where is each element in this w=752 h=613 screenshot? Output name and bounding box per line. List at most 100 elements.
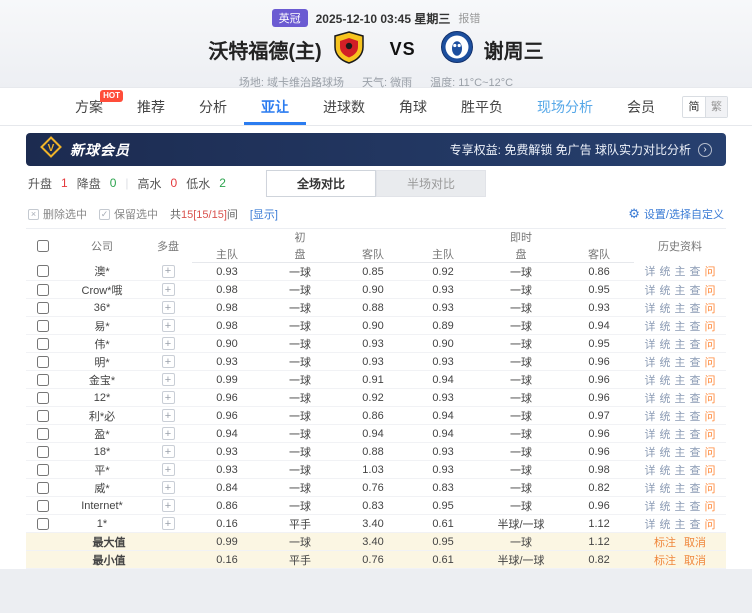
history-link[interactable]: 主: [675, 321, 686, 333]
history-link[interactable]: 查: [690, 501, 701, 513]
row-checkbox[interactable]: [37, 500, 49, 512]
history-link[interactable]: 统: [660, 429, 671, 441]
history-link[interactable]: 主: [675, 393, 686, 405]
company-name[interactable]: 36*: [60, 299, 144, 317]
history-link[interactable]: 问: [705, 501, 716, 513]
history-link[interactable]: 查: [690, 393, 701, 405]
row-checkbox[interactable]: [37, 265, 49, 277]
history-link[interactable]: 主: [675, 285, 686, 297]
history-link[interactable]: 主: [675, 483, 686, 495]
tab-goals[interactable]: 进球数: [306, 88, 382, 125]
history-link[interactable]: 详: [645, 393, 656, 405]
expand-odds-button[interactable]: +: [162, 427, 175, 440]
history-link[interactable]: 问: [705, 321, 716, 333]
history-link[interactable]: 详: [645, 465, 656, 477]
history-link[interactable]: 查: [690, 465, 701, 477]
history-link[interactable]: 查: [690, 321, 701, 333]
history-link[interactable]: 主: [675, 501, 686, 513]
history-link[interactable]: 问: [705, 447, 716, 459]
history-link[interactable]: 详: [645, 501, 656, 513]
lang-traditional-button[interactable]: 繁: [705, 97, 727, 117]
history-link[interactable]: 查: [690, 429, 701, 441]
history-link[interactable]: 主: [675, 411, 686, 423]
expand-odds-button[interactable]: +: [162, 337, 175, 350]
tab-recommend[interactable]: 推荐: [120, 88, 182, 125]
history-link[interactable]: 查: [690, 519, 701, 531]
company-name[interactable]: Crow*哦: [60, 281, 144, 299]
history-link[interactable]: 问: [705, 519, 716, 531]
row-checkbox[interactable]: [37, 356, 49, 368]
history-link[interactable]: 主: [675, 266, 686, 278]
history-link[interactable]: 查: [690, 447, 701, 459]
history-link[interactable]: 详: [645, 321, 656, 333]
history-link[interactable]: 主: [675, 429, 686, 441]
expand-odds-button[interactable]: +: [162, 355, 175, 368]
history-link[interactable]: 统: [660, 483, 671, 495]
expand-odds-button[interactable]: +: [162, 265, 175, 278]
history-link[interactable]: 查: [690, 483, 701, 495]
row-checkbox[interactable]: [37, 464, 49, 476]
settings-customize-button[interactable]: ⚙ 设置/选择自定义: [628, 206, 724, 222]
history-link[interactable]: 主: [675, 357, 686, 369]
expand-odds-button[interactable]: +: [162, 481, 175, 494]
expand-odds-button[interactable]: +: [162, 499, 175, 512]
expand-odds-button[interactable]: +: [162, 391, 175, 404]
history-link[interactable]: 统: [660, 411, 671, 423]
history-link[interactable]: 主: [675, 339, 686, 351]
history-link[interactable]: 主: [675, 375, 686, 387]
delete-selected-button[interactable]: × 删除选中: [28, 206, 87, 222]
league-badge[interactable]: 英冠: [272, 9, 308, 27]
summary-action-link[interactable]: 标注: [654, 555, 676, 567]
expand-odds-button[interactable]: +: [162, 517, 175, 530]
history-link[interactable]: 查: [690, 266, 701, 278]
history-link[interactable]: 统: [660, 447, 671, 459]
full-match-toggle[interactable]: 全场对比: [266, 170, 376, 197]
row-checkbox[interactable]: [37, 446, 49, 458]
history-link[interactable]: 查: [690, 339, 701, 351]
row-checkbox[interactable]: [37, 482, 49, 494]
summary-action-link[interactable]: 取消: [684, 537, 706, 549]
history-link[interactable]: 统: [660, 339, 671, 351]
summary-action-link[interactable]: 标注: [654, 537, 676, 549]
company-name[interactable]: 1*: [60, 515, 144, 533]
history-link[interactable]: 统: [660, 303, 671, 315]
history-link[interactable]: 查: [690, 375, 701, 387]
keep-selected-button[interactable]: ✓ 保留选中: [99, 206, 158, 222]
history-link[interactable]: 详: [645, 285, 656, 297]
vip-banner[interactable]: V 新球会员 专享权益: 免费解锁 免广告 球队实力对比分析 ›: [26, 133, 726, 166]
expand-odds-button[interactable]: +: [162, 409, 175, 422]
history-link[interactable]: 主: [675, 519, 686, 531]
history-link[interactable]: 统: [660, 375, 671, 387]
history-link[interactable]: 详: [645, 303, 656, 315]
history-link[interactable]: 详: [645, 266, 656, 278]
history-link[interactable]: 问: [705, 393, 716, 405]
history-link[interactable]: 统: [660, 321, 671, 333]
company-name[interactable]: 利*必: [60, 407, 144, 425]
select-all-checkbox[interactable]: [37, 240, 49, 252]
lang-simplified-button[interactable]: 简: [683, 97, 705, 117]
company-name[interactable]: 12*: [60, 389, 144, 407]
row-checkbox[interactable]: [37, 428, 49, 440]
history-link[interactable]: 查: [690, 411, 701, 423]
expand-odds-button[interactable]: +: [162, 373, 175, 386]
history-link[interactable]: 详: [645, 483, 656, 495]
company-name[interactable]: 澳*: [60, 263, 144, 281]
tab-analysis[interactable]: 分析: [182, 88, 244, 125]
history-link[interactable]: 问: [705, 357, 716, 369]
history-link[interactable]: 统: [660, 357, 671, 369]
history-link[interactable]: 问: [705, 339, 716, 351]
vip-benefits[interactable]: 专享权益: 免费解锁 免广告 球队实力对比分析 ›: [450, 141, 712, 158]
history-link[interactable]: 统: [660, 501, 671, 513]
history-link[interactable]: 主: [675, 447, 686, 459]
tab-member[interactable]: 会员: [610, 88, 672, 125]
row-checkbox[interactable]: [37, 392, 49, 404]
expand-odds-button[interactable]: +: [162, 283, 175, 296]
history-link[interactable]: 主: [675, 303, 686, 315]
row-checkbox[interactable]: [37, 518, 49, 530]
history-link[interactable]: 问: [705, 266, 716, 278]
company-name[interactable]: 金宝*: [60, 371, 144, 389]
history-link[interactable]: 统: [660, 285, 671, 297]
history-link[interactable]: 查: [690, 303, 701, 315]
history-link[interactable]: 统: [660, 519, 671, 531]
history-link[interactable]: 详: [645, 339, 656, 351]
